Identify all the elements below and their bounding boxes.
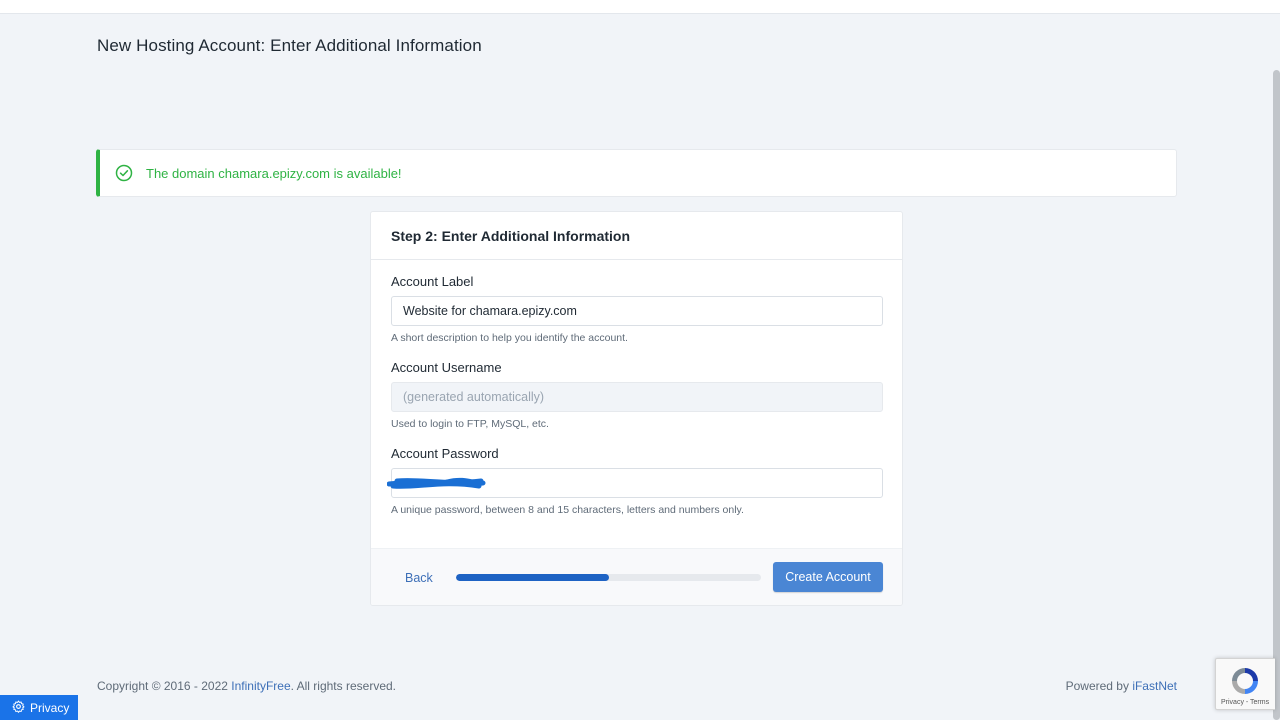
create-account-button[interactable]: Create Account	[773, 562, 883, 592]
scrollbar-thumb[interactable]	[1273, 70, 1280, 720]
account-username-hint: Used to login to FTP, MySQL, etc.	[391, 418, 549, 430]
page-scrollbar[interactable]	[1272, 14, 1280, 720]
card-footer: Back Create Account	[371, 548, 902, 605]
top-navbar	[0, 0, 1280, 14]
alert-message: The domain chamara.epizy.com is availabl…	[146, 165, 402, 181]
account-label-hint: A short description to help you identify…	[391, 332, 628, 344]
copyright: Copyright © 2016 - 2022 InfinityFree. Al…	[97, 679, 396, 693]
infinityfree-link[interactable]: InfinityFree	[231, 679, 290, 693]
back-link[interactable]: Back	[405, 571, 433, 585]
account-password-wrap	[387, 468, 883, 498]
gear-icon	[12, 699, 25, 716]
check-circle-icon	[115, 164, 133, 182]
recaptcha-logo-icon	[1229, 665, 1261, 702]
account-password-label: Account Password	[391, 446, 499, 461]
step-progress	[456, 574, 761, 581]
privacy-label: Privacy	[30, 700, 70, 715]
card-title: Step 2: Enter Additional Information	[371, 212, 902, 260]
account-username-label: Account Username	[391, 360, 502, 375]
powered-by: Powered by iFastNet	[1065, 679, 1177, 693]
recaptcha-terms[interactable]: Privacy - Terms	[1221, 699, 1269, 706]
card-body: Account Label A short description to hel…	[371, 260, 902, 516]
recaptcha-badge[interactable]: Privacy - Terms	[1215, 658, 1275, 710]
page-title: New Hosting Account: Enter Additional In…	[97, 36, 482, 55]
progress-fill	[456, 574, 609, 581]
account-label-label: Account Label	[391, 274, 474, 289]
redaction-scribble	[387, 477, 486, 489]
domain-available-alert: The domain chamara.epizy.com is availabl…	[96, 149, 1177, 197]
account-password-hint: A unique password, between 8 and 15 char…	[391, 504, 744, 516]
privacy-button[interactable]: Privacy	[0, 695, 78, 720]
account-label-input[interactable]	[391, 296, 883, 326]
account-username-input	[391, 382, 883, 412]
ifastnet-link[interactable]: iFastNet	[1132, 679, 1177, 693]
account-form-card: Step 2: Enter Additional Information Acc…	[370, 211, 903, 606]
